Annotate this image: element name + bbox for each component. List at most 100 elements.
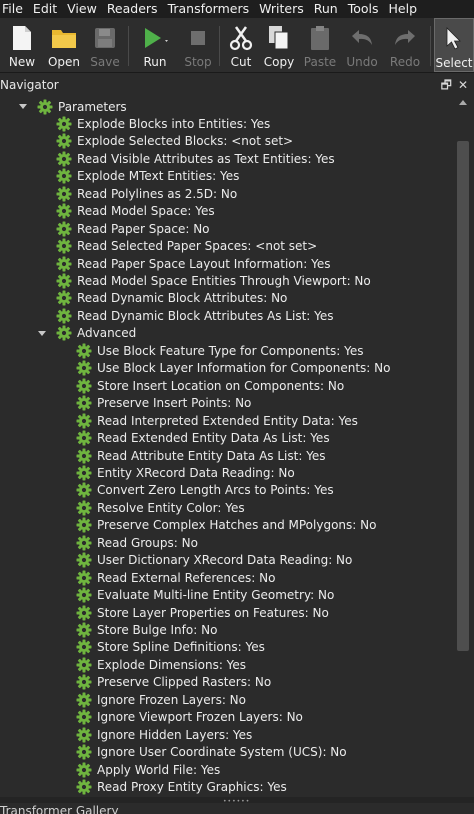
advanced-parameter-item[interactable]: Store Layer Properties on Features: No: [76, 604, 329, 621]
advanced-parameter-item[interactable]: Read Attribute Entity Data As List: Yes: [76, 447, 326, 464]
tree-node-advanced[interactable]: Advanced: [56, 325, 136, 342]
stop-button[interactable]: Stop: [180, 18, 216, 72]
new-button[interactable]: New: [2, 18, 42, 72]
gear-icon: [56, 221, 72, 237]
gear-icon: [76, 744, 92, 760]
parameter-item[interactable]: Read Model Space Entities Through Viewpo…: [56, 273, 371, 290]
menu-edit[interactable]: Edit: [29, 0, 63, 18]
folder-icon: [49, 23, 79, 53]
advanced-parameter-item[interactable]: Read Extended Entity Data As List: Yes: [76, 430, 330, 447]
toolbar-separator: [219, 26, 220, 66]
float-panel-icon[interactable]: 🗗: [441, 77, 452, 93]
advanced-parameter-item[interactable]: User Dictionary XRecord Data Reading: No: [76, 552, 352, 569]
advanced-parameter-item[interactable]: Apply World File: Yes: [76, 761, 220, 778]
advanced-parameter-item[interactable]: Read Groups: No: [76, 534, 198, 551]
advanced-parameter-item[interactable]: Read Interpreted Extended Entity Data: Y…: [76, 412, 358, 429]
menu-help[interactable]: Help: [385, 0, 424, 18]
advanced-parameter-item[interactable]: Read Proxy Entity Graphics: Yes: [76, 779, 287, 796]
expand-arrow-icon[interactable]: [19, 104, 27, 109]
advanced-parameter-item[interactable]: Store Spline Definitions: Yes: [76, 639, 265, 656]
tree-item-label: Read Paper Space: No: [77, 221, 210, 236]
advanced-parameter-item[interactable]: Explode Dimensions: Yes: [76, 656, 246, 673]
scroll-thumb[interactable]: [457, 141, 469, 651]
gear-icon: [76, 605, 92, 621]
tree-item-label: Read Polylines as 2.5D: No: [77, 186, 238, 201]
tree-item-label: Read Model Space Entities Through Viewpo…: [77, 274, 371, 288]
advanced-parameter-item[interactable]: Entity XRecord Data Reading: No: [76, 464, 295, 481]
menu-readers[interactable]: Readers: [103, 0, 164, 18]
vertical-scrollbar[interactable]: [453, 97, 474, 797]
advanced-parameter-item[interactable]: Ignore Frozen Layers: No: [76, 691, 246, 708]
copy-button[interactable]: Copy: [261, 18, 297, 72]
gear-icon: [76, 552, 92, 568]
stop-label: Stop: [184, 55, 212, 69]
menu-file[interactable]: File: [0, 0, 29, 18]
tree-item-label: Advanced: [77, 326, 137, 341]
advanced-parameter-item[interactable]: Ignore User Coordinate System (UCS): No: [76, 744, 347, 761]
gear-icon: [56, 256, 72, 272]
copy-icon: [264, 23, 294, 53]
open-button[interactable]: Open: [44, 18, 84, 72]
advanced-parameter-item[interactable]: Store Bulge Info: No: [76, 622, 217, 639]
gear-icon: [76, 570, 92, 586]
redo-button[interactable]: Redo: [386, 18, 424, 72]
cut-button[interactable]: Cut: [223, 18, 259, 72]
expand-arrow-icon[interactable]: [38, 330, 46, 336]
tree-item-label: Preserve Complex Hatches and MPolygons: …: [97, 518, 377, 533]
advanced-parameter-item[interactable]: Use Block Feature Type for Components: Y…: [76, 342, 364, 359]
tree-node-parameters[interactable]: Parameters: [37, 98, 127, 115]
gear-icon: [76, 395, 92, 411]
advanced-parameter-item[interactable]: Ignore Hidden Layers: Yes: [76, 726, 252, 743]
tree-item-label: Explode Blocks into Entities: Yes: [77, 116, 271, 131]
parameter-item[interactable]: Read Dynamic Block Attributes: No: [56, 290, 287, 307]
advanced-parameter-item[interactable]: Evaluate Multi-line Entity Geometry: No: [76, 587, 334, 604]
gear-icon: [56, 116, 72, 132]
gear-icon: [76, 500, 92, 516]
tree-item-label: Read External References: No: [97, 570, 276, 585]
run-button[interactable]: Run: [132, 18, 178, 72]
advanced-parameter-item[interactable]: Resolve Entity Color: Yes: [76, 499, 245, 516]
parameter-item[interactable]: Read Paper Space: No: [56, 220, 210, 237]
tree-item-label: Use Block Layer Information for Componen…: [97, 361, 391, 376]
select-button[interactable]: Select: [434, 18, 474, 72]
advanced-parameter-item[interactable]: Store Insert Location on Components: No: [76, 377, 344, 394]
gear-icon: [76, 517, 92, 533]
menu-run[interactable]: Run: [310, 0, 344, 18]
parameter-item[interactable]: Read Dynamic Block Attributes As List: Y…: [56, 307, 334, 324]
menu-transformers[interactable]: Transformers: [164, 0, 256, 18]
tree-item-label: Ignore Hidden Layers: Yes: [97, 727, 253, 742]
save-button[interactable]: Save: [86, 18, 124, 72]
tree-item-label: Preserve Clipped Rasters: No: [97, 675, 272, 690]
parameter-item[interactable]: Explode Selected Blocks: <not set>: [56, 133, 293, 150]
gear-icon: [56, 133, 72, 149]
new-file-icon: [7, 23, 37, 53]
parameter-item[interactable]: Read Model Space: Yes: [56, 203, 215, 220]
gear-icon: [76, 622, 92, 638]
parameter-item[interactable]: Read Polylines as 2.5D: No: [56, 185, 237, 202]
gear-icon: [76, 343, 92, 359]
undo-button[interactable]: Undo: [343, 18, 381, 72]
transformer-gallery-panel: Transformer Gallery: [0, 804, 474, 814]
advanced-parameter-item[interactable]: Preserve Complex Hatches and MPolygons: …: [76, 517, 376, 534]
parameter-item[interactable]: Explode Blocks into Entities: Yes: [56, 115, 270, 132]
advanced-parameter-item[interactable]: Ignore Viewport Frozen Layers: No: [76, 709, 303, 726]
advanced-parameter-item[interactable]: Preserve Clipped Rasters: No: [76, 674, 271, 691]
tree-item-label: Store Layer Properties on Features: No: [97, 605, 329, 620]
close-panel-icon[interactable]: ✕: [458, 77, 468, 93]
advanced-parameter-item[interactable]: Use Block Layer Information for Componen…: [76, 360, 390, 377]
tree-item-label: Read Dynamic Block Attributes: No: [77, 291, 288, 306]
gear-icon: [56, 151, 72, 167]
parameter-item[interactable]: Read Selected Paper Spaces: <not set>: [56, 238, 317, 255]
paste-button[interactable]: Paste: [302, 18, 338, 72]
parameter-item[interactable]: Explode MText Entities: Yes: [56, 168, 239, 185]
advanced-parameter-item[interactable]: Convert Zero Length Arcs to Points: Yes: [76, 482, 334, 499]
parameter-item[interactable]: Read Paper Space Layout Information: Yes: [56, 255, 330, 272]
advanced-parameter-item[interactable]: Read External References: No: [76, 569, 275, 586]
copy-label: Copy: [263, 55, 295, 69]
advanced-parameter-item[interactable]: Preserve Insert Points: No: [76, 395, 251, 412]
parameter-item[interactable]: Read Visible Attributes as Text Entities…: [56, 150, 335, 167]
menu-view[interactable]: View: [63, 0, 103, 18]
scroll-up-icon[interactable]: [459, 100, 467, 105]
menu-tools[interactable]: Tools: [344, 0, 385, 18]
menu-writers[interactable]: Writers: [255, 0, 310, 18]
